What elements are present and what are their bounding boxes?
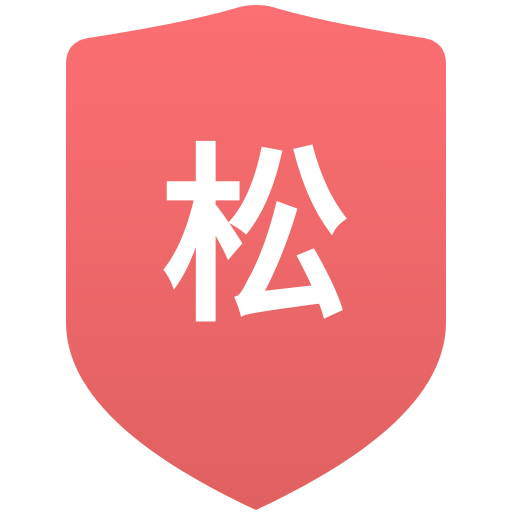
shield-icon: 松 bbox=[66, 5, 446, 510]
app-icon: 松 bbox=[0, 0, 512, 512]
kanji-glyph: 松 bbox=[161, 128, 351, 349]
